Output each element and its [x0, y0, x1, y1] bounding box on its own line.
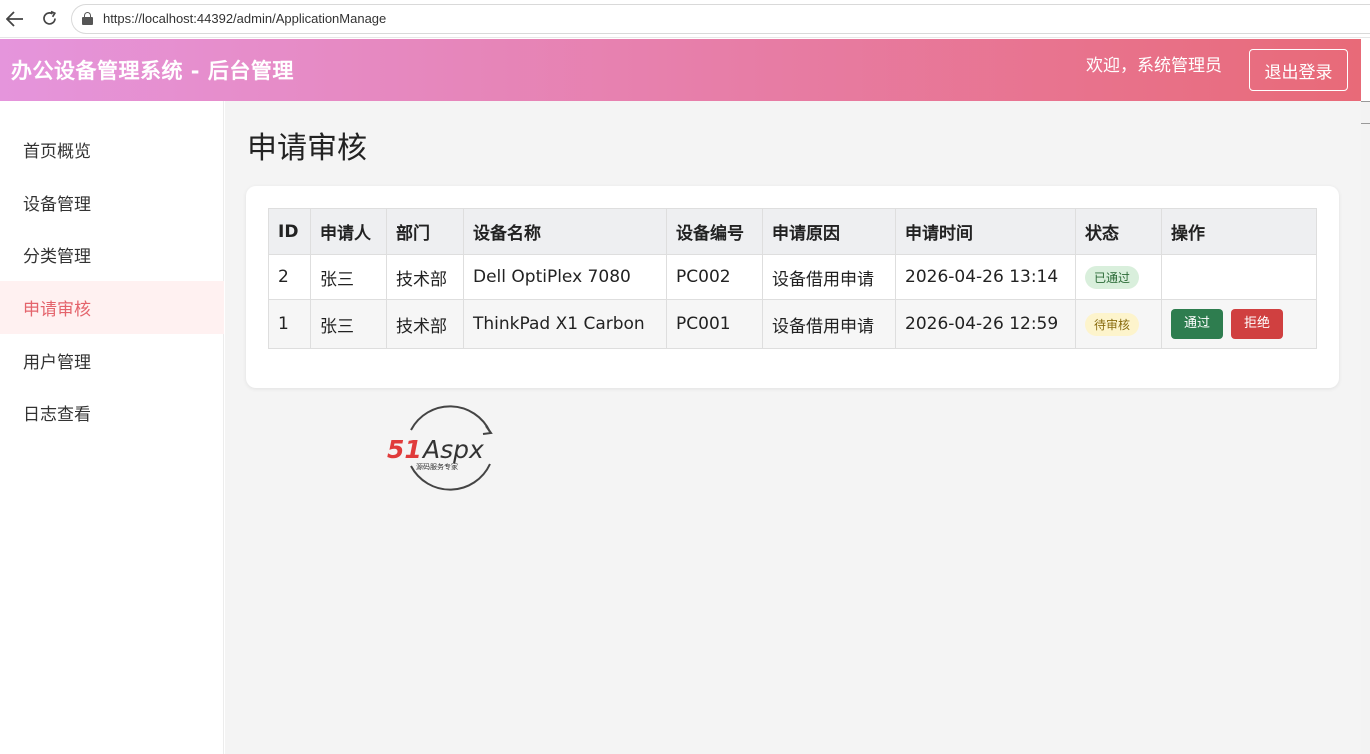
column-header-status: 状态	[1075, 208, 1162, 255]
browser-toolbar: https://localhost:44392/admin/Applicatio…	[0, 0, 1370, 38]
logo-tagline: 源码服务专家	[416, 462, 458, 471]
sidebar-item-label: 首页概览	[23, 142, 91, 162]
sidebar-item-logs[interactable]: 日志查看	[0, 386, 224, 439]
column-header-device-code: 设备编号	[666, 208, 763, 255]
cell-device-name: Dell OptiPlex 7080	[463, 254, 667, 300]
welcome-text: 欢迎，系统管理员	[1086, 56, 1222, 76]
cell-time: 2026-04-26 13:14	[895, 254, 1076, 300]
column-header-applicant: 申请人	[310, 208, 387, 255]
status-badge: 已通过	[1085, 265, 1140, 289]
column-header-department: 部门	[386, 208, 464, 255]
url-text: https://localhost:44392/admin/Applicatio…	[102, 11, 387, 26]
page-scrollbar[interactable]	[1361, 101, 1370, 754]
status-badge: 待审核	[1085, 312, 1140, 336]
sidebar-item-label: 分类管理	[23, 247, 91, 267]
sidebar-item-label: 申请审核	[23, 300, 91, 320]
cell-status: 已通过	[1075, 254, 1162, 300]
column-header-device-name: 设备名称	[463, 208, 667, 255]
sidebar-item-label: 用户管理	[23, 353, 91, 373]
logo-brand-red: 51	[387, 435, 422, 464]
sidebar-item-dashboard[interactable]: 首页概览	[0, 123, 224, 176]
table-row: 2 张三 技术部 Dell OptiPlex 7080 PC002 设备借用申请…	[268, 254, 1317, 300]
table-header-row: ID 申请人 部门 设备名称 设备编号 申请原因 申请时间 状态 操作	[268, 208, 1317, 255]
cell-applicant: 张三	[310, 254, 387, 300]
table-row: 1 张三 技术部 ThinkPad X1 Carbon PC001 设备借用申请…	[268, 299, 1317, 349]
approve-button[interactable]: 通过	[1171, 309, 1224, 339]
reload-icon[interactable]	[37, 6, 63, 32]
cell-reason: 设备借用申请	[762, 254, 896, 300]
logo-brand-dark: Aspx	[421, 435, 484, 464]
cell-id: 1	[268, 299, 311, 349]
cell-actions: 通过 拒绝	[1161, 299, 1317, 349]
lock-icon	[81, 12, 93, 25]
cell-department: 技术部	[386, 299, 464, 349]
app-title: 办公设备管理系统 - 后台管理	[11, 59, 294, 83]
sidebar-item-categories[interactable]: 分类管理	[0, 228, 224, 281]
sidebar: 首页概览 设备管理 分类管理 申请审核 用户管理 日志查看	[0, 101, 224, 754]
sidebar-item-users[interactable]: 用户管理	[0, 334, 224, 387]
back-arrow-icon[interactable]	[2, 6, 28, 32]
cell-department: 技术部	[386, 254, 464, 300]
applications-card: ID 申请人 部门 设备名称 设备编号 申请原因 申请时间 状态 操作 2 张三…	[246, 186, 1339, 388]
cell-id: 2	[268, 254, 311, 300]
logout-button[interactable]: 退出登录	[1249, 49, 1348, 91]
sidebar-item-devices[interactable]: 设备管理	[0, 176, 224, 229]
sidebar-item-label: 设备管理	[23, 195, 91, 215]
column-header-id: ID	[268, 208, 311, 255]
cell-device-name: ThinkPad X1 Carbon	[463, 299, 667, 349]
cell-device-code: PC001	[666, 299, 763, 349]
address-bar[interactable]: https://localhost:44392/admin/Applicatio…	[70, 3, 1370, 34]
cell-actions	[1161, 254, 1317, 300]
sidebar-item-label: 日志查看	[23, 405, 91, 425]
column-header-actions: 操作	[1161, 208, 1317, 255]
column-header-time: 申请时间	[895, 208, 1076, 255]
cell-applicant: 张三	[310, 299, 387, 349]
51aspx-logo: 51 Aspx 源码服务专家	[387, 405, 493, 491]
reject-button[interactable]: 拒绝	[1231, 309, 1284, 339]
applications-table: ID 申请人 部门 设备名称 设备编号 申请原因 申请时间 状态 操作 2 张三…	[268, 208, 1317, 349]
cell-device-code: PC002	[666, 254, 763, 300]
cell-time: 2026-04-26 12:59	[895, 299, 1076, 349]
page-title: 申请审核	[247, 131, 367, 166]
sidebar-item-applications[interactable]: 申请审核	[0, 281, 224, 334]
column-header-reason: 申请原因	[762, 208, 896, 255]
app-header: 办公设备管理系统 - 后台管理 欢迎，系统管理员 退出登录	[0, 39, 1361, 101]
cell-status: 待审核	[1075, 299, 1162, 349]
cell-reason: 设备借用申请	[762, 299, 896, 349]
